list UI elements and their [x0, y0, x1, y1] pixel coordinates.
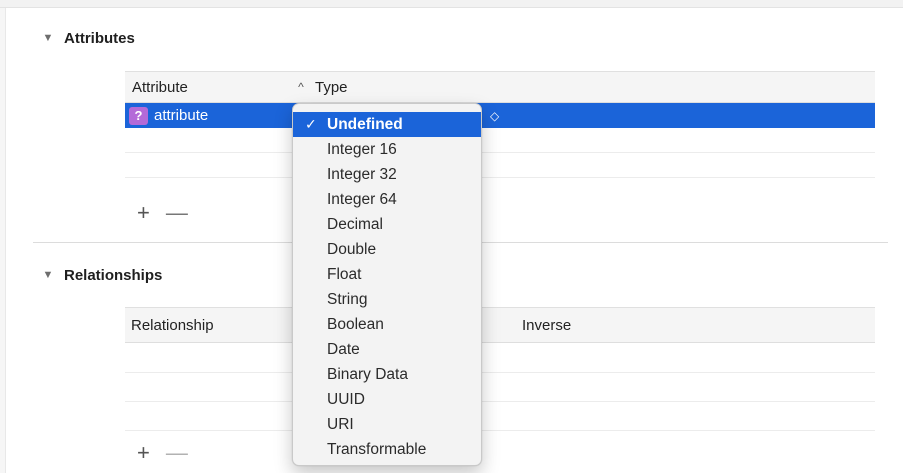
menu-item-float[interactable]: Float — [293, 262, 481, 287]
menu-item-integer-32[interactable]: Integer 32 — [293, 162, 481, 187]
window-top-edge — [0, 0, 903, 8]
add-relationship-button[interactable]: + — [137, 440, 150, 466]
table-row — [125, 372, 875, 373]
data-model-editor: ▼ Attributes Attribute ^ Type ? attribut… — [0, 0, 903, 473]
column-header-type[interactable]: ^ Type — [295, 78, 348, 96]
remove-attribute-button[interactable]: — — [166, 200, 188, 226]
attribute-row[interactable]: ? attribute ◇ — [125, 103, 875, 128]
attribute-name[interactable]: attribute — [154, 107, 208, 124]
menu-item-boolean[interactable]: Boolean — [293, 312, 481, 337]
menu-item-binary-data[interactable]: Binary Data — [293, 362, 481, 387]
attribute-name-cell[interactable]: ? attribute — [125, 106, 295, 125]
column-header-attribute[interactable]: Attribute — [125, 79, 295, 96]
menu-item-uri[interactable]: URI — [293, 412, 481, 437]
menu-item-string[interactable]: String — [293, 287, 481, 312]
column-header-type-label: Type — [315, 78, 348, 96]
relationships-add-remove: + — — [137, 440, 188, 466]
undefined-type-icon: ? — [129, 106, 148, 125]
table-row — [125, 401, 875, 402]
attributes-add-remove: + — — [137, 200, 188, 226]
menu-item-undefined[interactable]: ✓ Undefined — [293, 112, 481, 137]
attributes-title: Attributes — [64, 29, 135, 47]
attributes-section-header[interactable]: ▼ Attributes — [42, 27, 135, 49]
menu-item-date[interactable]: Date — [293, 337, 481, 362]
menu-item-transformable[interactable]: Transformable — [293, 437, 481, 462]
menu-item-uuid[interactable]: UUID — [293, 387, 481, 412]
relationships-section-header[interactable]: ▼ Relationships — [42, 264, 163, 286]
updown-chevron-icon[interactable]: ◇ — [490, 109, 499, 123]
chevron-up-icon: ^ — [298, 80, 304, 94]
table-row — [125, 128, 875, 153]
add-attribute-button[interactable]: + — [137, 200, 150, 226]
checkmark-icon: ✓ — [305, 116, 317, 132]
column-header-relationship[interactable]: Relationship — [131, 317, 214, 334]
column-header-inverse[interactable]: Inverse — [522, 317, 571, 334]
attributes-table: Attribute ^ Type ? attribute ◇ — [125, 71, 875, 178]
menu-item-decimal[interactable]: Decimal — [293, 212, 481, 237]
remove-relationship-button[interactable]: — — [166, 440, 188, 466]
menu-item-double[interactable]: Double — [293, 237, 481, 262]
relationships-title: Relationships — [64, 266, 163, 284]
menu-item-integer-64[interactable]: Integer 64 — [293, 187, 481, 212]
triangle-down-icon[interactable]: ▼ — [42, 32, 54, 44]
table-row — [125, 430, 875, 431]
relationships-table-header: Relationship Inverse — [125, 307, 875, 343]
table-row — [125, 153, 875, 178]
type-popup-menu: ✓ Undefined Integer 16 Integer 32 Intege… — [292, 103, 482, 466]
attributes-table-header: Attribute ^ Type — [125, 71, 875, 103]
sidebar-edge — [0, 8, 6, 473]
menu-item-integer-16[interactable]: Integer 16 — [293, 137, 481, 162]
triangle-down-icon[interactable]: ▼ — [42, 269, 54, 281]
